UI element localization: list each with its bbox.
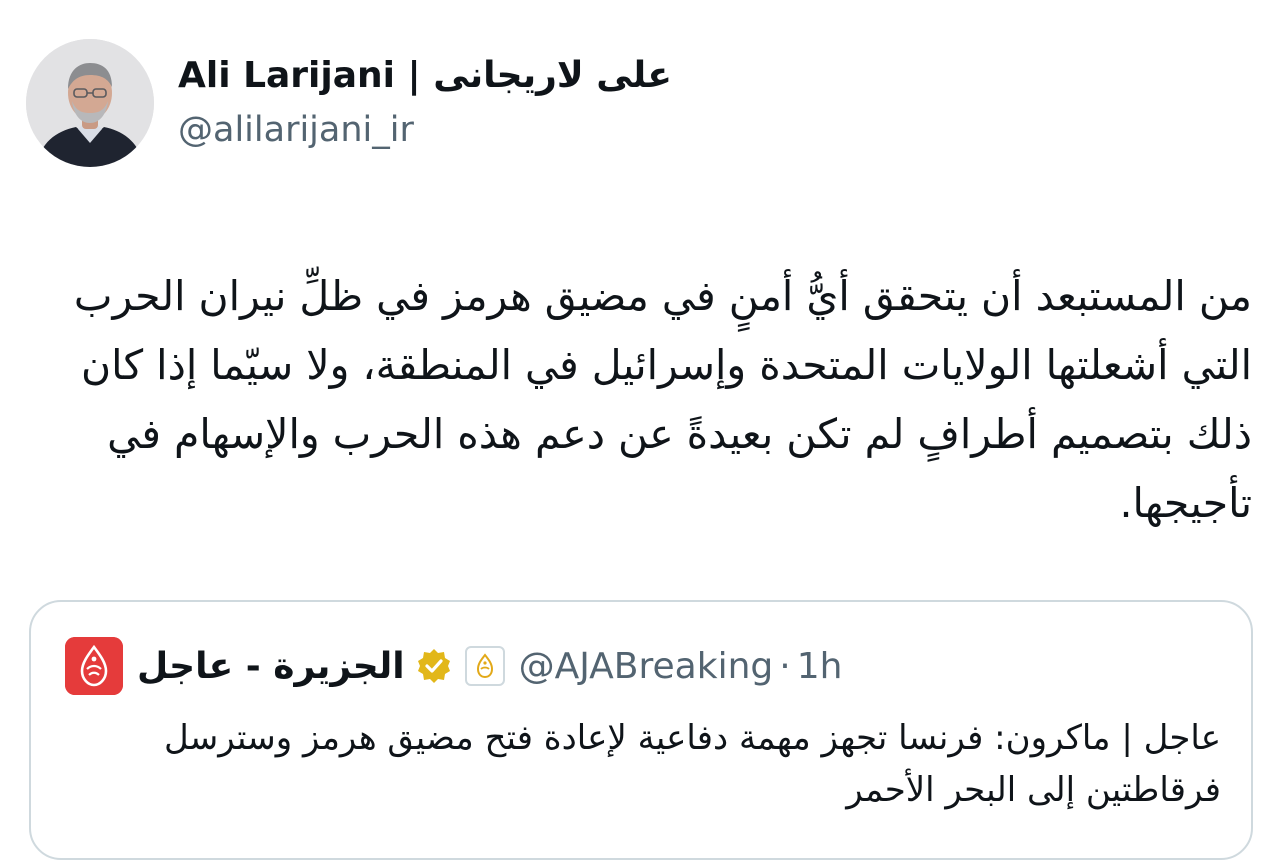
quoted-timestamp[interactable]: 1h: [797, 646, 843, 687]
quoted-tweet-card[interactable]: الجزيرة - عاجل @AJABreaking · 1h عاجل | …: [29, 600, 1253, 860]
author-display-name[interactable]: Ali Larijani | علی لاریجانی: [178, 54, 672, 98]
quoted-separator: ·: [779, 645, 791, 687]
tweet-text: من المستبعد أن يتحقق أيُّ أمنٍ في مضيق ه…: [73, 272, 1252, 527]
author-info: Ali Larijani | علی لاریجانی @alilarijani…: [178, 54, 672, 152]
quoted-tweet-text: عاجل | ماكرون: فرنسا تجهز مهمة دفاعية لإ…: [163, 718, 1221, 810]
quoted-handle[interactable]: @AJABreaking: [519, 646, 774, 687]
quoted-display-name[interactable]: الجزيرة - عاجل: [137, 646, 405, 687]
author-avatar[interactable]: [26, 39, 154, 167]
gold-verified-badge-icon: [417, 649, 450, 683]
quoted-tweet-header: الجزيرة - عاجل @AJABreaking · 1h: [65, 636, 842, 696]
aljazeera-logo-icon[interactable]: [65, 637, 123, 695]
author-handle[interactable]: @alilarijani_ir: [178, 108, 672, 152]
profile-photo-icon: [26, 39, 154, 167]
tweet-header: Ali Larijani | علی لاریجانی @alilarijani…: [26, 38, 672, 168]
aljazeera-affiliate-badge-icon[interactable]: [464, 646, 505, 686]
